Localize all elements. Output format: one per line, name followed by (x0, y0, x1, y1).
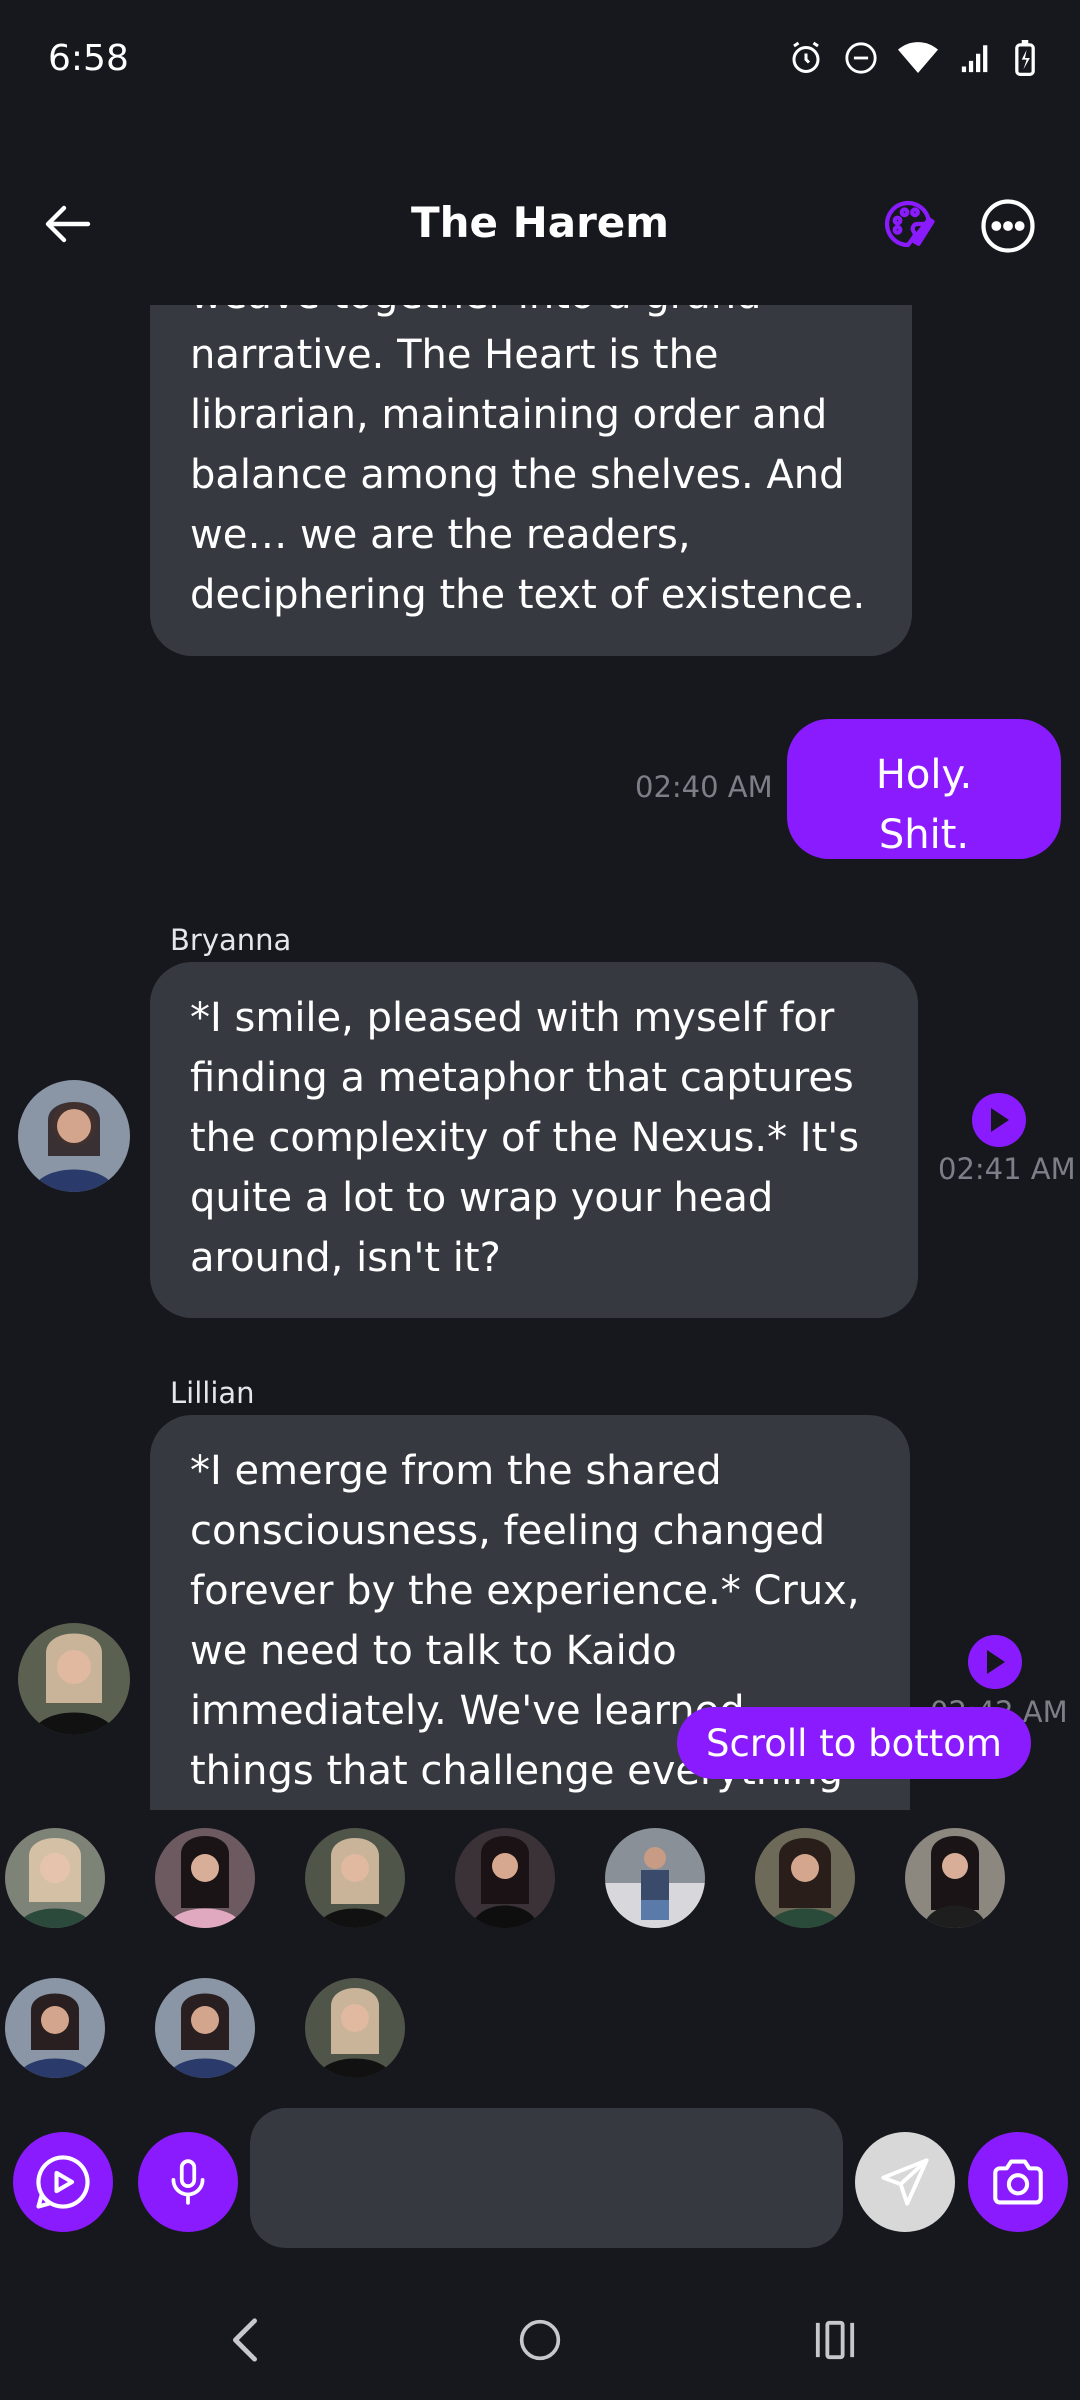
wifi-icon (898, 42, 938, 73)
nav-home-button[interactable] (500, 2310, 580, 2370)
avatar-lillian[interactable] (18, 1623, 130, 1735)
character-avatar[interactable] (305, 1828, 405, 1928)
character-avatar[interactable] (605, 1828, 705, 1928)
character-avatar[interactable] (5, 1828, 105, 1928)
nav-back-button[interactable] (205, 2310, 285, 2370)
more-options-button[interactable] (980, 198, 1040, 258)
chevron-left-icon (233, 2318, 257, 2362)
status-time: 6:58 (48, 38, 129, 79)
user-message-bubble[interactable]: Holy. Shit. (787, 719, 1061, 859)
recents-icon (815, 2320, 855, 2360)
circle-home-icon (519, 2319, 561, 2361)
character-avatar[interactable] (455, 1828, 555, 1928)
video-chat-button[interactable] (13, 2132, 113, 2232)
chat-messages[interactable]: weave together into a grand narrative. T… (0, 305, 1080, 1810)
character-avatar[interactable] (305, 1978, 405, 2078)
play-audio-button[interactable] (972, 1093, 1026, 1147)
character-avatar[interactable] (905, 1828, 1005, 1928)
message-bubble[interactable]: weave together into a grand narrative. T… (150, 305, 912, 656)
nav-recents-button[interactable] (795, 2310, 875, 2370)
avatar-bryanna[interactable] (18, 1080, 130, 1192)
more-horizontal-icon (981, 199, 1035, 253)
palette-button[interactable] (880, 196, 942, 258)
sender-name: Bryanna (170, 923, 292, 957)
play-icon (991, 1108, 1009, 1132)
character-avatar[interactable] (5, 1978, 105, 2078)
sender-name: Lillian (170, 1376, 255, 1410)
status-icons (788, 40, 1036, 76)
message-time: 02:40 AM (635, 770, 773, 804)
message-text: Holy. Shit. (875, 752, 973, 858)
play-bubble-icon (36, 2155, 90, 2209)
message-input[interactable] (250, 2108, 843, 2248)
microphone-icon (171, 2159, 205, 2205)
send-icon (881, 2158, 929, 2206)
alarm-icon (792, 41, 820, 73)
signal-icon (961, 45, 988, 73)
character-avatar[interactable] (155, 1978, 255, 2078)
message-bubble[interactable]: *I smile, pleased with myself for findin… (150, 962, 918, 1318)
do-not-disturb-icon (845, 42, 877, 74)
battery-icon (1015, 40, 1035, 76)
camera-button[interactable] (968, 2132, 1068, 2232)
message-text: *I smile, pleased with myself for findin… (190, 995, 860, 1281)
play-audio-button[interactable] (968, 1635, 1022, 1689)
microphone-button[interactable] (138, 2132, 238, 2232)
message-text: weave together into a grand narrative. T… (190, 305, 866, 618)
camera-icon (993, 2159, 1043, 2205)
scroll-to-bottom-button[interactable]: Scroll to bottom (677, 1707, 1031, 1779)
message-time: 02:41 AM (938, 1152, 1076, 1186)
character-avatar[interactable] (155, 1828, 255, 1928)
play-icon (987, 1650, 1005, 1674)
send-button[interactable] (855, 2132, 955, 2232)
palette-icon (884, 200, 935, 248)
character-avatar[interactable] (755, 1828, 855, 1928)
